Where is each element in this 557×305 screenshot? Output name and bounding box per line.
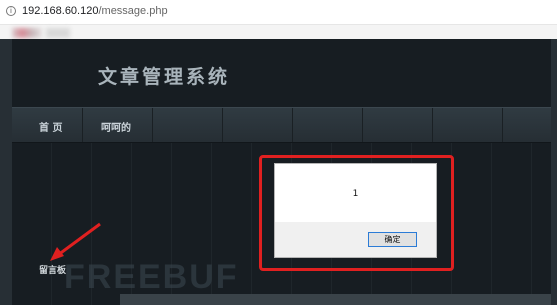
annotation-highlight-box	[259, 155, 454, 271]
arrow-shaft	[57, 222, 101, 257]
arrow-head	[50, 247, 64, 261]
